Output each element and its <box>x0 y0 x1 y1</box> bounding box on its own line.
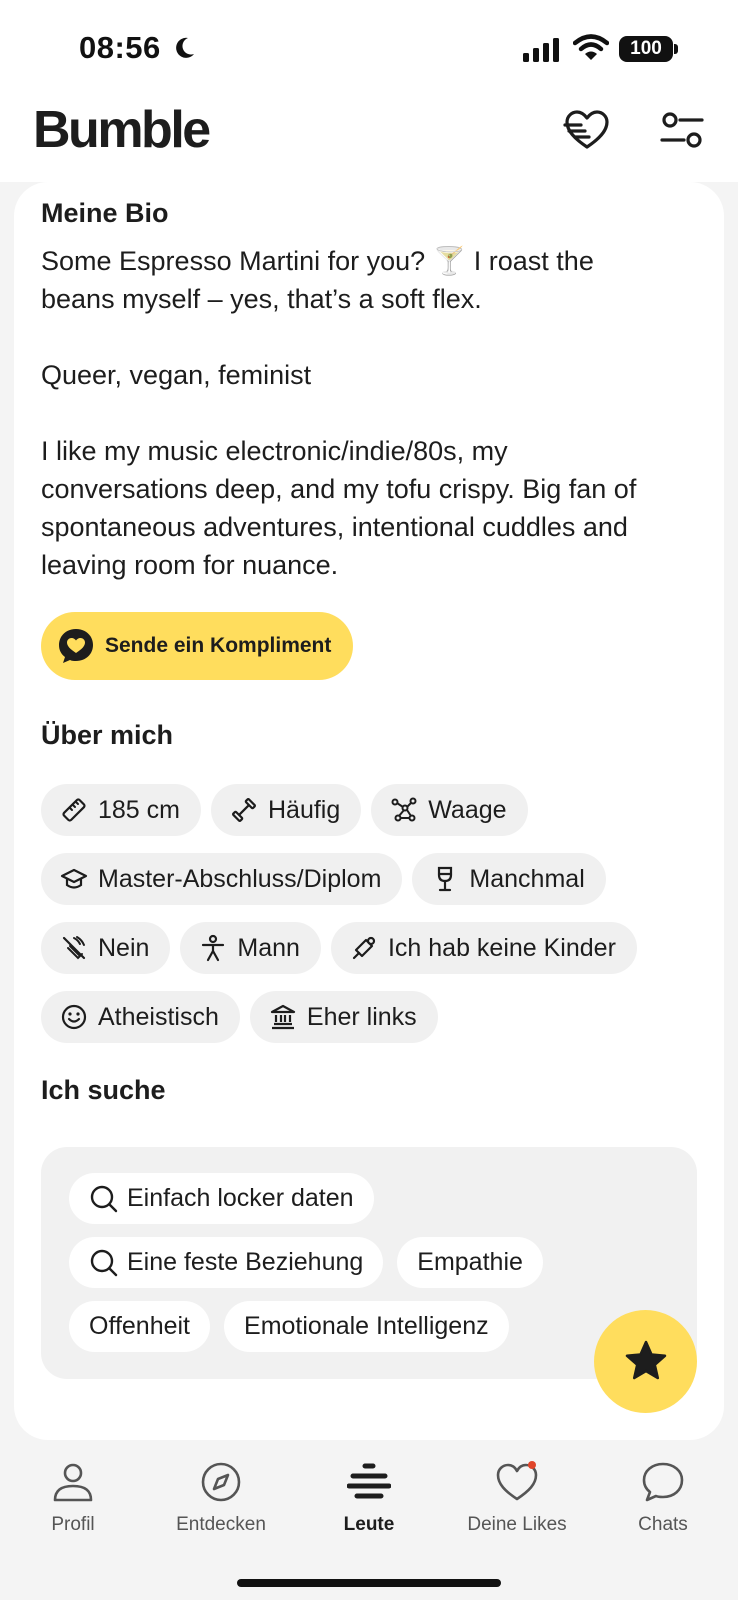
nav-label: Leute <box>343 1514 395 1535</box>
status-time: 08:56 <box>79 30 161 65</box>
bio-text: Some Espresso Martini for you? 🍸 I roast… <box>41 246 637 580</box>
send-compliment-button[interactable]: Sende ein Kompliment <box>41 612 354 680</box>
looking-for-chip-openness: Offenheit <box>69 1301 211 1352</box>
home-indicator <box>237 1579 501 1587</box>
looking-for-title: Ich suche <box>41 1075 166 1105</box>
search-icon <box>90 1185 118 1212</box>
bumble-logo: Bumble <box>33 101 211 159</box>
heart-lines-button[interactable] <box>563 106 611 154</box>
exercise-chip: Häufig <box>210 784 362 836</box>
looking-for-chip-relationship: Eine feste Beziehung <box>69 1237 384 1288</box>
battery-tip <box>674 44 678 54</box>
wine-glass-icon <box>438 866 453 892</box>
looking-for-chip-label: Eine feste Beziehung <box>127 1248 364 1276</box>
wifi-icon <box>573 34 609 60</box>
nav-label: Chats <box>638 1514 688 1535</box>
heart-icon <box>496 1461 538 1501</box>
nav-label: Entdecken <box>176 1514 266 1535</box>
religion-chip: Atheistisch <box>41 991 240 1043</box>
religion-chip-label: Atheistisch <box>98 1002 219 1031</box>
looking-for-chip-label: Einfach locker daten <box>127 1184 354 1212</box>
smoking-chip-label: Nein <box>98 933 150 962</box>
looking-for-chip-label: Offenheit <box>89 1312 191 1340</box>
ruler-icon <box>62 798 86 822</box>
looking-for-chip-emotional-intelligence: Emotionale Intelligenz <box>224 1301 509 1352</box>
height-chip-label: 185 cm <box>98 795 180 824</box>
cellular-signal-icon <box>523 38 559 62</box>
nav-discover[interactable]: Entdecken <box>156 1460 286 1536</box>
drinking-chip: Manchmal <box>412 853 606 905</box>
profile-icon <box>53 1463 93 1502</box>
nav-people[interactable]: Leute <box>304 1460 434 1536</box>
filter-icon <box>660 112 704 148</box>
politics-chip: Eher links <box>249 991 438 1043</box>
about-title: Über mich <box>41 720 174 750</box>
zodiac-chip: Waage <box>371 784 528 836</box>
status-bar: 08:56 100 <box>0 0 738 92</box>
drinking-chip-label: Manchmal <box>469 864 585 893</box>
pacifier-icon <box>352 936 376 960</box>
looking-for-chip-label: Empathie <box>417 1248 523 1276</box>
compliment-heart-icon <box>59 629 93 663</box>
looking-for-chip-casual: Einfach locker daten <box>69 1173 374 1224</box>
people-stack-icon <box>347 1463 391 1499</box>
send-compliment-label: Sende ein Kompliment <box>105 634 332 657</box>
search-icon <box>90 1249 118 1276</box>
heart-lines-icon <box>563 110 609 149</box>
person-icon <box>202 934 225 962</box>
bottom-navigation: Profil Entdecken Leute Deine Likes Chats <box>0 1440 738 1600</box>
compass-icon <box>201 1462 241 1502</box>
superswipe-button[interactable] <box>594 1310 697 1413</box>
height-chip: 185 cm <box>41 784 201 836</box>
no-smoking-icon <box>62 936 86 960</box>
politics-chip-label: Eher links <box>306 1002 417 1031</box>
star-icon <box>625 1340 666 1379</box>
nav-chats[interactable]: Chats <box>598 1460 728 1536</box>
nav-profile[interactable]: Profil <box>8 1460 138 1536</box>
children-chip: Ich hab keine Kinder <box>330 922 637 974</box>
nav-likes[interactable]: Deine Likes <box>452 1460 582 1536</box>
bio-title: Meine Bio <box>41 198 169 228</box>
app-header: Bumble <box>0 92 738 182</box>
smoking-chip: Nein <box>41 922 171 974</box>
graduation-cap-icon <box>60 868 88 889</box>
smiley-icon <box>61 1004 87 1030</box>
moon-icon <box>176 37 194 58</box>
looking-for-chip-empathy: Empathie <box>397 1237 543 1288</box>
dumbbell-icon <box>231 798 256 822</box>
exercise-chip-label: Häufig <box>267 795 341 824</box>
gender-chip-label: Mann <box>237 933 300 962</box>
looking-for-chip-label: Emotionale Intelligenz <box>244 1312 489 1340</box>
profile-card: Meine Bio Some Espresso Martini for you?… <box>14 182 724 1440</box>
zodiac-chip-label: Waage <box>428 795 507 824</box>
battery-level: 100 <box>619 36 673 62</box>
filter-button[interactable] <box>658 106 706 154</box>
about-chips: 185 cm Häufig Waage Master-Abschluss/Dip… <box>41 784 701 1060</box>
education-chip: Master-Abschluss/Diplom <box>41 853 403 905</box>
nav-label: Profil <box>51 1514 95 1535</box>
gender-chip: Mann <box>180 922 321 974</box>
nav-label: Deine Likes <box>467 1514 567 1535</box>
zodiac-icon <box>391 797 417 822</box>
children-chip-label: Ich hab keine Kinder <box>387 933 616 962</box>
government-building-icon <box>270 1004 295 1030</box>
education-chip-label: Master-Abschluss/Diplom <box>98 864 382 893</box>
chat-bubble-icon <box>642 1462 684 1502</box>
